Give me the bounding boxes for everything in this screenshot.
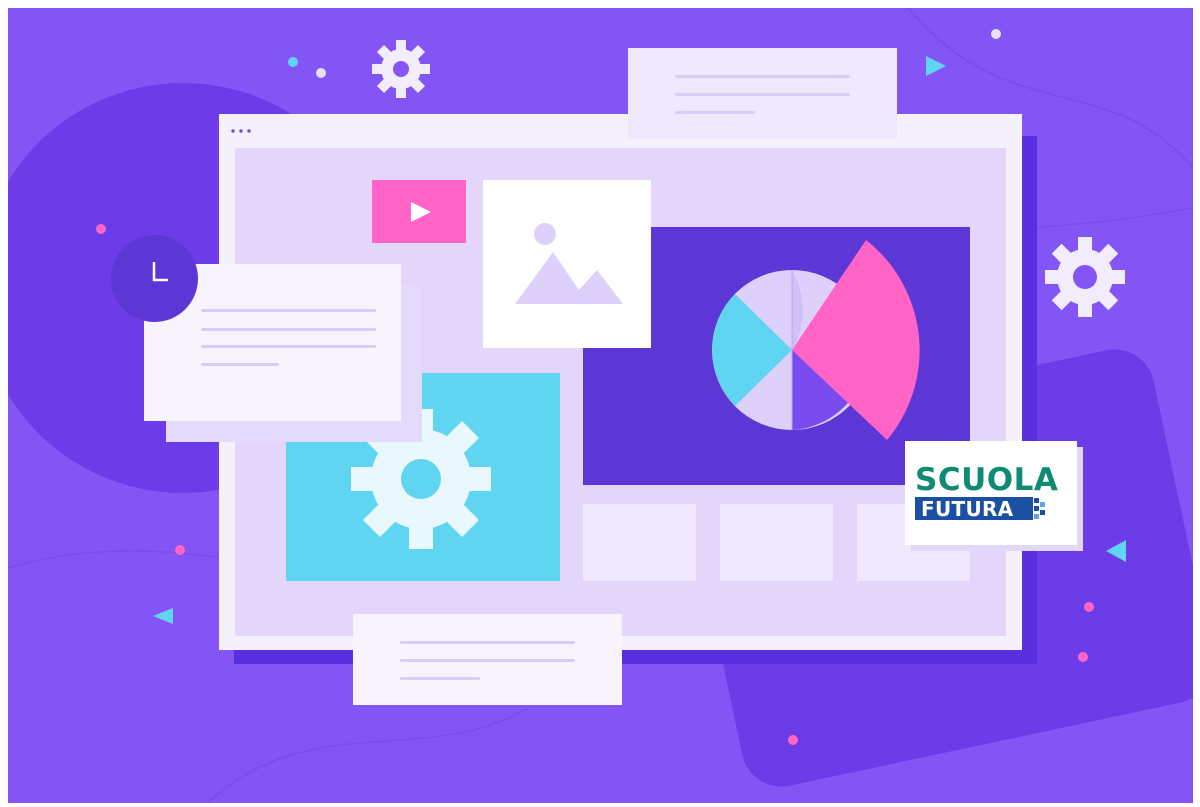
scuola-futura-logo: SCUOLA FUTURA <box>905 441 1077 545</box>
illustration: SCUOLA FUTURA <box>8 8 1193 803</box>
logo-line1: SCUOLA <box>915 462 1059 498</box>
pixel-icon <box>1034 498 1045 519</box>
confetti <box>96 29 1126 748</box>
logo-line2: FUTURA <box>921 497 1014 521</box>
